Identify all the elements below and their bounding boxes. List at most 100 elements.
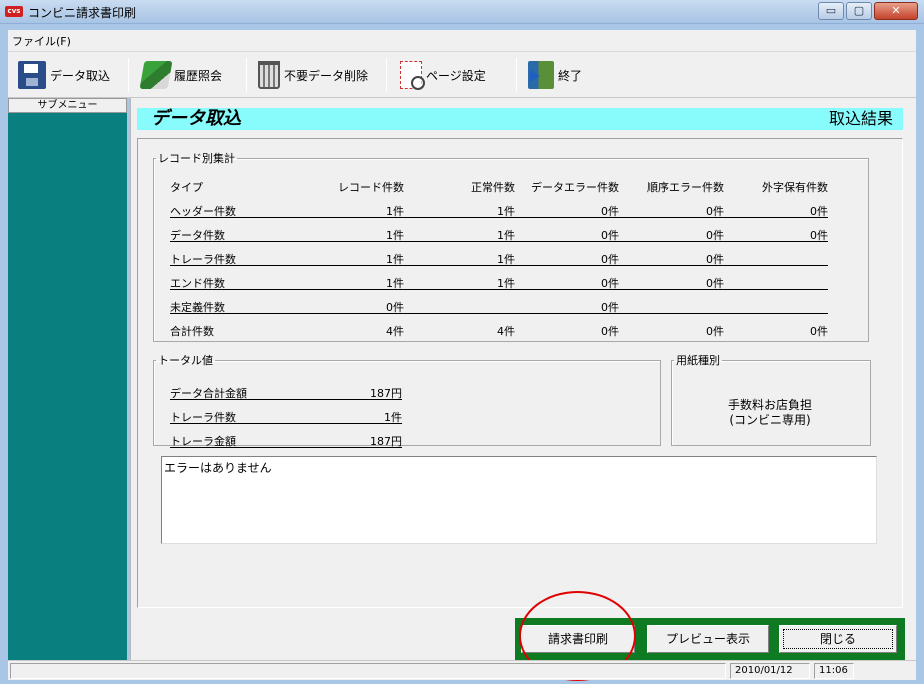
cell-data-error-count: 0件: [601, 277, 619, 290]
record-summary-group: レコード別集計 タイプ レコード件数 正常件数 データエラー件数 順序エラー件数…: [153, 150, 869, 342]
paper-type-text: 手数料お店負担 (コンビニ専用): [672, 398, 868, 428]
total-label: トレーラ金額: [170, 435, 236, 448]
row-label: 合計件数: [170, 325, 214, 338]
cell-record-count: 1件: [386, 205, 404, 218]
app-icon: cvs: [5, 6, 23, 17]
menu-bar: ファイル(F): [8, 30, 916, 52]
list-item: トレーラ金額 187円: [170, 430, 402, 448]
page-setup-button[interactable]: ページ設定: [400, 60, 486, 90]
books-icon: [139, 61, 173, 89]
cell-external-char-count: 0件: [810, 229, 828, 242]
paper-type-legend: 用紙種別: [676, 354, 720, 367]
close-button[interactable]: 閉じる: [779, 625, 897, 653]
total-label: トレーラ件数: [170, 411, 236, 424]
cell-normal-count: 4件: [497, 325, 515, 338]
submenu-header: サブメニュー: [8, 98, 127, 113]
maximize-button[interactable]: ▢: [846, 2, 872, 20]
cell-record-count: 0件: [386, 301, 404, 314]
toolbar-separator: [246, 58, 247, 92]
title-banner: データ取込 取込結果: [137, 108, 903, 130]
cell-record-count: 1件: [386, 229, 404, 242]
trash-icon: [258, 61, 280, 89]
header-type: タイプ: [170, 181, 203, 194]
header-record-count: レコード件数: [338, 181, 404, 194]
history-button[interactable]: 履歴照会: [139, 60, 223, 90]
exit-door-icon: [528, 61, 554, 89]
cell-order-error-count: 0件: [706, 205, 724, 218]
cell-normal-count: 1件: [497, 205, 515, 218]
totals-legend: トータル値: [158, 354, 213, 367]
exit-label: 終了: [558, 68, 583, 83]
table-row: 未定義件数 0件 0件: [170, 296, 828, 314]
cell-normal-count: 1件: [497, 229, 515, 242]
floppy-disk-icon: [18, 61, 46, 89]
result-label: 取込結果: [828, 109, 893, 128]
total-value: 1件: [384, 411, 402, 424]
cell-order-error-count: 0件: [706, 253, 724, 266]
delete-data-label: 不要データ削除: [284, 68, 369, 83]
status-bar: 2010/01/12 11:06: [8, 660, 916, 680]
import-data-label: データ取込: [50, 68, 111, 83]
cell-record-count: 1件: [386, 253, 404, 266]
cell-normal-count: 1件: [497, 277, 515, 290]
total-value: 187円: [370, 387, 402, 400]
record-summary-legend: レコード別集計: [158, 152, 235, 165]
exit-button[interactable]: 終了: [528, 60, 582, 90]
table-row: トレーラ件数 1件 1件 0件 0件: [170, 248, 828, 266]
page-title: データ取込: [151, 108, 241, 129]
cell-data-error-count: 0件: [601, 301, 619, 314]
main-panel: データ取込 取込結果 レコード別集計 タイプ レコード件数 正常件数 データエラ…: [130, 98, 916, 660]
cell-data-error-count: 0件: [601, 253, 619, 266]
paper-type-line1: 手数料お店負担: [727, 398, 812, 412]
row-label: 未定義件数: [170, 301, 225, 314]
delete-data-button[interactable]: 不要データ削除: [258, 60, 368, 90]
cell-record-count: 1件: [386, 277, 404, 290]
toolbar-separator: [128, 58, 129, 92]
row-label: ヘッダー件数: [170, 205, 236, 218]
page-setup-icon: [400, 61, 425, 90]
total-value: 187円: [370, 435, 402, 448]
title-bar: cvs コンビニ請求書印刷 ▭ ▢ ✕: [0, 0, 924, 24]
cell-external-char-count: 0件: [810, 205, 828, 218]
import-data-button[interactable]: データ取込: [18, 60, 110, 90]
cell-external-char-count: 0件: [810, 325, 828, 338]
record-summary-header-row: タイプ レコード件数 正常件数 データエラー件数 順序エラー件数 外字保有件数: [170, 176, 828, 194]
print-invoice-button[interactable]: 請求書印刷: [521, 625, 635, 653]
cell-order-error-count: 0件: [706, 229, 724, 242]
header-external-char-count: 外字保有件数: [762, 181, 828, 194]
status-date: 2010/01/12: [730, 663, 810, 679]
total-label: データ合計金額: [170, 387, 247, 400]
list-item: データ合計金額 187円: [170, 382, 402, 400]
cell-record-count: 4件: [386, 325, 404, 338]
row-label: データ件数: [170, 229, 225, 242]
sidebar: サブメニュー: [8, 98, 127, 660]
minimize-button[interactable]: ▭: [818, 2, 844, 20]
paper-type-line2: (コンビニ専用): [729, 413, 811, 427]
cell-data-error-count: 0件: [601, 205, 619, 218]
cell-order-error-count: 0件: [706, 325, 724, 338]
status-message: [10, 663, 726, 679]
action-button-bar: 請求書印刷 プレビュー表示 閉じる: [515, 618, 905, 660]
menu-file[interactable]: ファイル(F): [12, 33, 71, 49]
table-row-total: 合計件数 4件 4件 0件 0件 0件: [170, 320, 828, 338]
toolbar-separator: [386, 58, 387, 92]
close-window-button[interactable]: ✕: [874, 2, 918, 20]
list-item: トレーラ件数 1件: [170, 406, 402, 424]
preview-button[interactable]: プレビュー表示: [647, 625, 769, 653]
row-label: エンド件数: [170, 277, 225, 290]
page-setup-label: ページ設定: [426, 68, 486, 83]
totals-group: トータル値 データ合計金額 187円 トレーラ件数 1件 トレーラ金額 187円: [153, 352, 661, 448]
paper-type-group: 用紙種別 手数料お店負担 (コンビニ専用): [671, 352, 871, 446]
header-normal-count: 正常件数: [471, 181, 515, 194]
table-row: エンド件数 1件 1件 0件 0件: [170, 272, 828, 290]
table-row: データ件数 1件 1件 0件 0件 0件: [170, 224, 828, 242]
cell-order-error-count: 0件: [706, 277, 724, 290]
row-label: トレーラ件数: [170, 253, 236, 266]
history-label: 履歴照会: [174, 68, 223, 83]
cell-normal-count: 1件: [497, 253, 515, 266]
toolbar-separator: [516, 58, 517, 92]
error-message-box[interactable]: エラーはありません: [161, 456, 877, 544]
cell-data-error-count: 0件: [601, 229, 619, 242]
window-title: コンビニ請求書印刷: [28, 6, 137, 20]
header-data-error-count: データエラー件数: [531, 181, 619, 194]
